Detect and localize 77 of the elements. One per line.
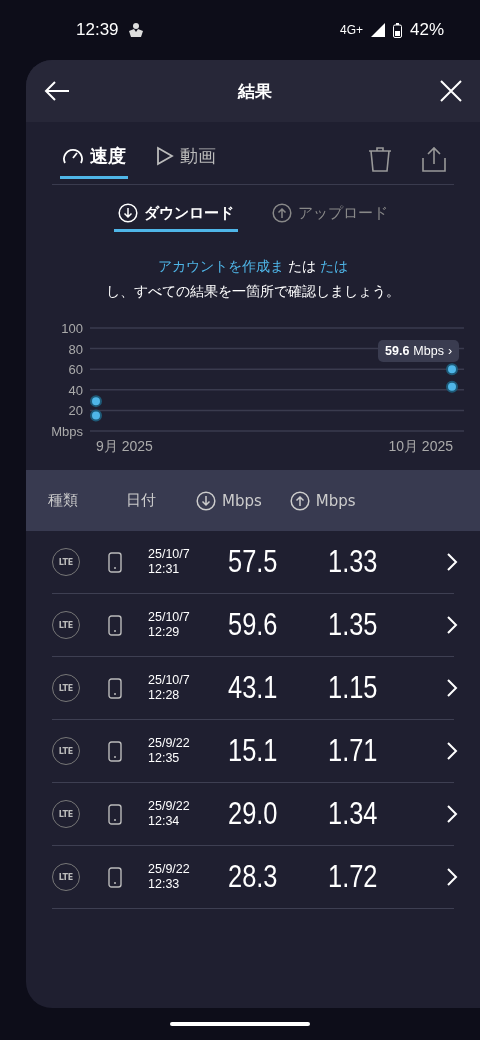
data-point[interactable] bbox=[446, 363, 458, 376]
download-speed: 59.6 bbox=[228, 607, 279, 643]
date-text: 25/10/7 bbox=[148, 547, 191, 562]
column-header: 日付 bbox=[126, 491, 156, 510]
data-point[interactable] bbox=[90, 395, 102, 408]
download-icon bbox=[196, 490, 216, 511]
download-speed: 15.1 bbox=[228, 733, 279, 769]
chevron-icon[interactable] bbox=[446, 804, 458, 824]
axis-label: 80 bbox=[68, 341, 83, 357]
upload-speed: 1.72 bbox=[328, 859, 379, 895]
battery-percent: 42% bbox=[409, 20, 444, 40]
phone-icon bbox=[108, 803, 122, 825]
link[interactable]: たは bbox=[320, 258, 349, 274]
upload-speed: 1.34 bbox=[328, 796, 379, 832]
download-speed: 57.5 bbox=[228, 544, 279, 580]
signal-icon bbox=[370, 23, 385, 37]
tab[interactable]: 動画 bbox=[154, 139, 218, 179]
axis-label: 20 bbox=[68, 403, 83, 419]
back-button[interactable] bbox=[44, 80, 70, 102]
column-header: Mbps bbox=[289, 490, 356, 511]
tab[interactable]: アップロード bbox=[268, 201, 392, 232]
create-account-link[interactable]: アカウントを作成ま bbox=[157, 258, 284, 274]
axis-label: 100 bbox=[61, 321, 83, 336]
promo-text: たは bbox=[288, 258, 316, 274]
chevron-icon[interactable] bbox=[446, 552, 458, 572]
time-text: 12:35 bbox=[148, 751, 181, 766]
time-text: 12:28 bbox=[148, 688, 181, 703]
chevron-icon[interactable] bbox=[446, 867, 458, 887]
play-icon bbox=[156, 145, 174, 166]
axis-label: 60 bbox=[68, 362, 83, 378]
close-button[interactable] bbox=[440, 80, 462, 102]
date-text: 25/10/7 bbox=[148, 610, 191, 625]
upload-icon bbox=[272, 203, 292, 223]
page-title: 結果 bbox=[238, 79, 272, 103]
share-icon[interactable] bbox=[422, 146, 446, 172]
time-text: 12:29 bbox=[148, 625, 181, 640]
axis-label: 9月 2025 bbox=[96, 438, 153, 454]
data-point[interactable] bbox=[446, 380, 458, 393]
phone-icon bbox=[108, 740, 122, 762]
time-text: 12:31 bbox=[148, 562, 181, 577]
download-icon bbox=[118, 203, 138, 223]
unit-label: Mbps bbox=[51, 424, 83, 439]
column-header: 種類 bbox=[48, 491, 78, 510]
network-label: 4G+ bbox=[339, 23, 363, 37]
time-text: 12:34 bbox=[148, 814, 181, 829]
download-speed: 28.3 bbox=[228, 859, 279, 895]
chevron-icon[interactable] bbox=[446, 678, 458, 698]
clock: 12:39 bbox=[76, 20, 119, 40]
axis-label: 10月 2025 bbox=[388, 438, 453, 454]
time-text: 12:33 bbox=[148, 877, 181, 892]
trash-icon[interactable] bbox=[368, 146, 392, 172]
date-text: 25/10/7 bbox=[148, 673, 191, 688]
download-speed: 29.0 bbox=[228, 796, 279, 832]
date-text: 25/9/22 bbox=[148, 799, 191, 814]
download-speed: 43.1 bbox=[228, 670, 279, 706]
tab[interactable]: 速度 bbox=[60, 139, 128, 179]
upload-speed: 1.33 bbox=[328, 544, 379, 580]
data-point[interactable] bbox=[90, 409, 102, 422]
upload-icon bbox=[289, 490, 310, 511]
axis-label: 40 bbox=[68, 382, 83, 398]
phone-icon bbox=[108, 677, 122, 699]
date-text: 25/9/22 bbox=[148, 862, 191, 877]
upload-speed: 1.71 bbox=[328, 733, 379, 769]
phone-icon bbox=[108, 866, 122, 888]
battery-icon bbox=[392, 22, 402, 38]
tab[interactable]: ダウンロード bbox=[114, 201, 238, 232]
chevron-icon[interactable] bbox=[446, 741, 458, 761]
promo-text: し、すべての結果を一箇所で確認しましょう。 bbox=[105, 282, 401, 301]
phone-icon bbox=[108, 614, 122, 636]
notification-icon bbox=[126, 22, 145, 38]
column-header: Mbps bbox=[196, 490, 262, 511]
value-tooltip[interactable]: 59.6 Mbps › bbox=[378, 340, 460, 362]
chevron-icon[interactable] bbox=[446, 615, 458, 635]
date-text: 25/9/22 bbox=[148, 736, 191, 751]
phone-icon bbox=[108, 551, 122, 573]
upload-speed: 1.15 bbox=[328, 670, 379, 706]
upload-speed: 1.35 bbox=[328, 607, 379, 643]
